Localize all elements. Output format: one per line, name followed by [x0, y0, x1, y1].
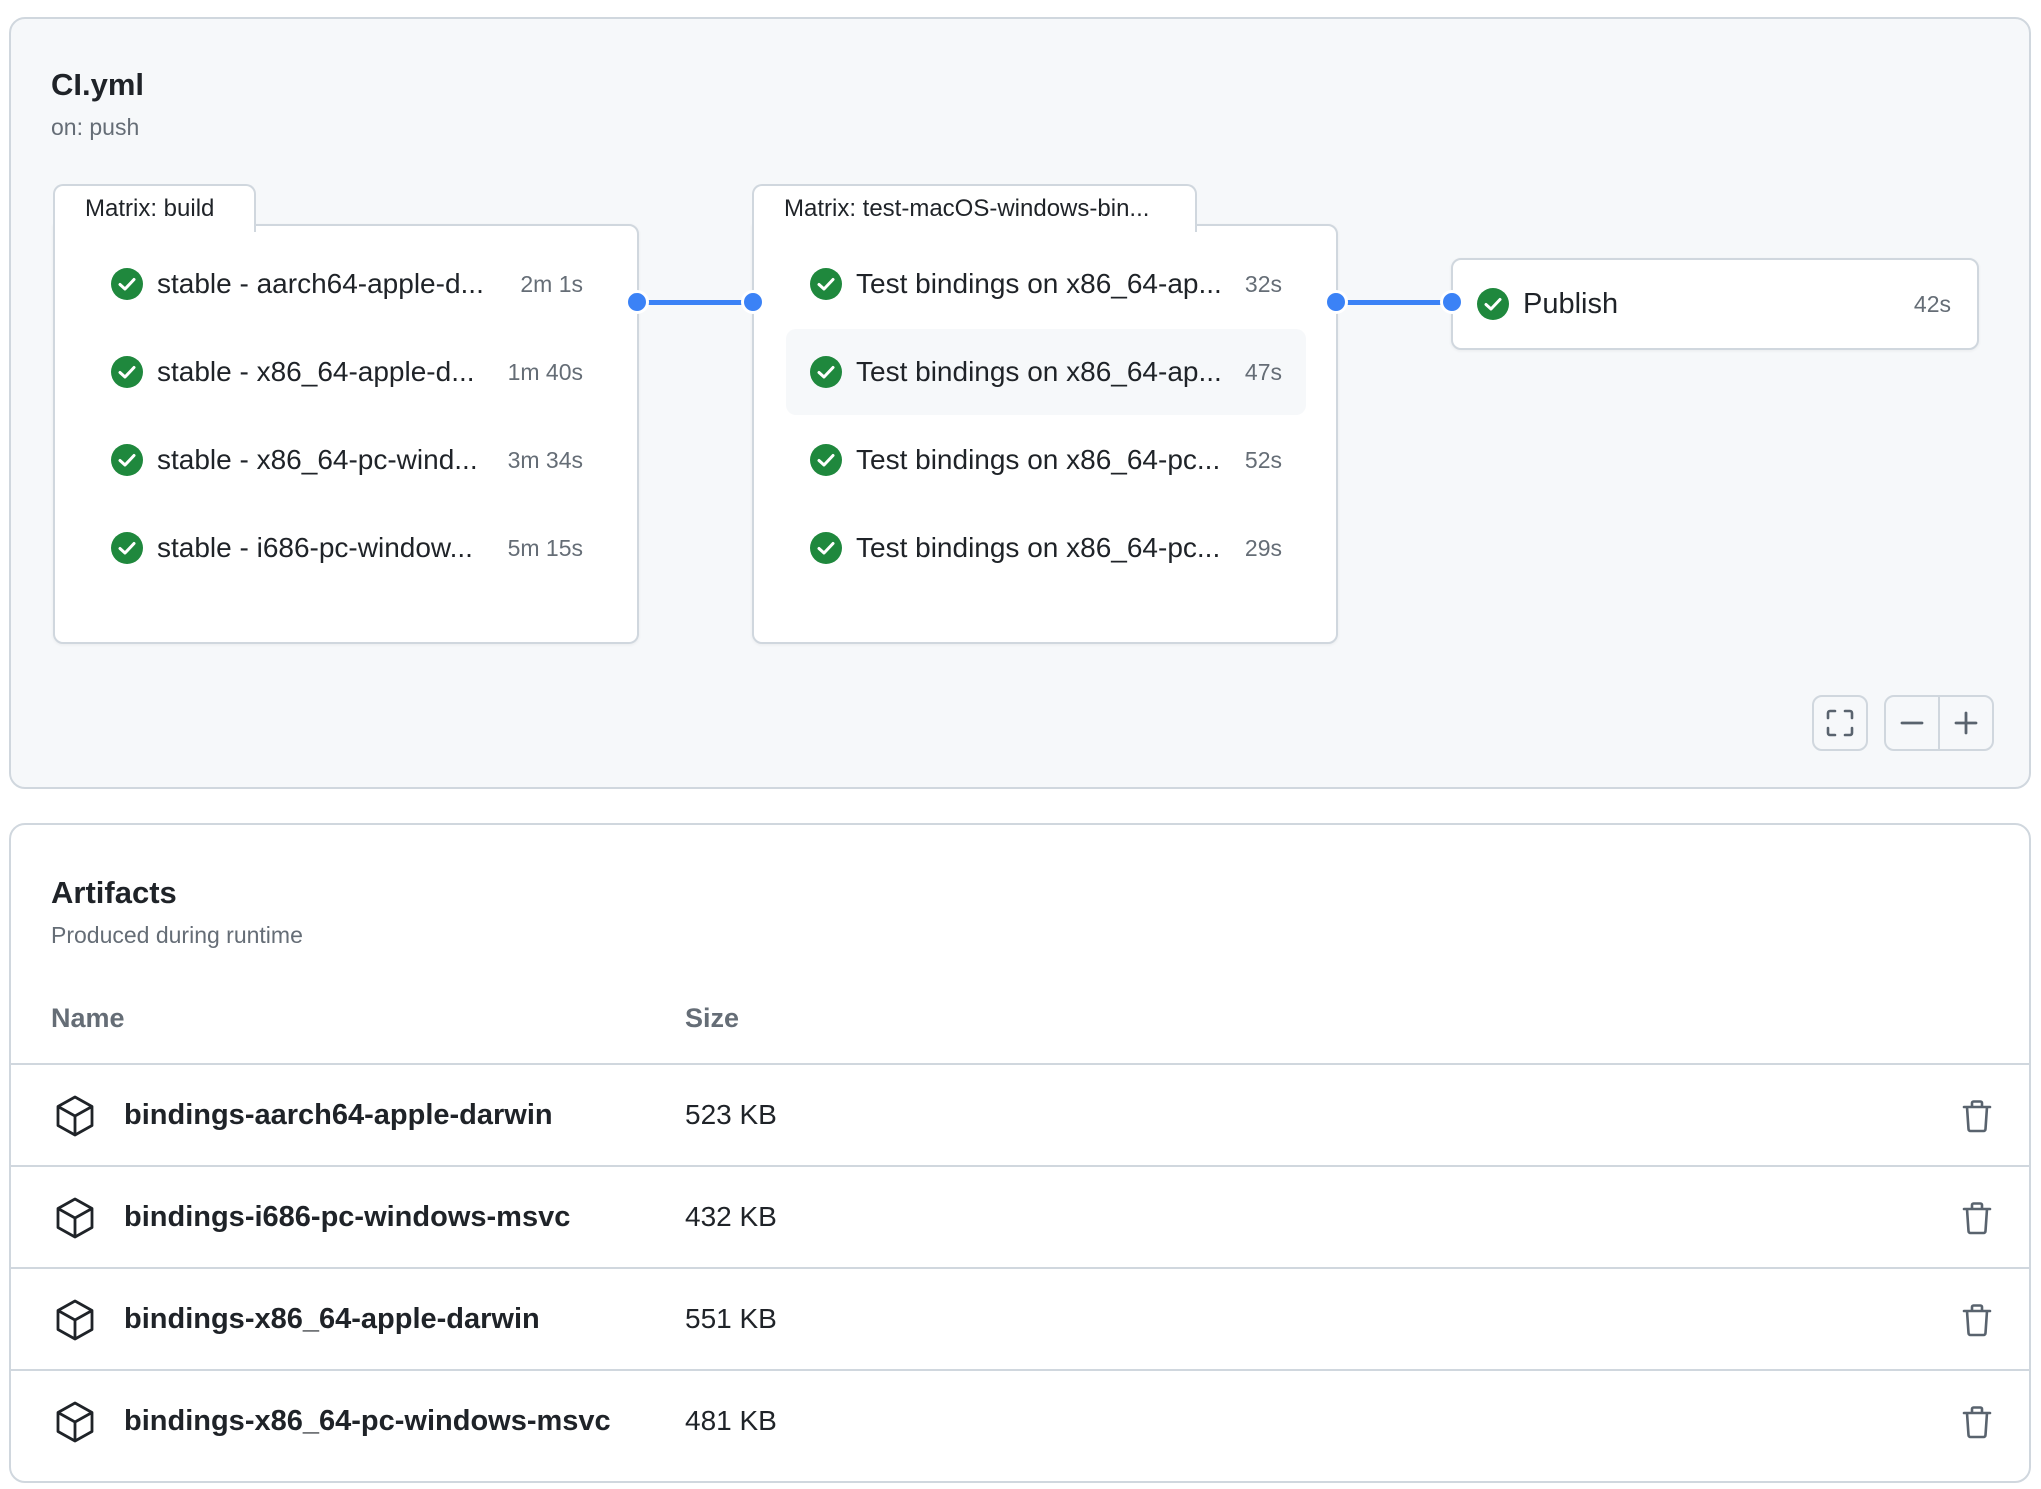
package-icon: [56, 1401, 94, 1443]
connector-dot: [741, 290, 765, 314]
workflow-graph-panel: CI.yml on: push Matrix: build stable - a…: [9, 17, 2031, 789]
success-check-icon: [111, 268, 143, 300]
trash-icon[interactable]: [1959, 1200, 1995, 1236]
job-name: Publish: [1523, 287, 1619, 320]
zoom-out-button[interactable]: [1884, 695, 1940, 751]
connector-dot: [625, 290, 649, 314]
artifacts-title: Artifacts: [51, 875, 177, 910]
artifact-size: 523 KB: [685, 1099, 777, 1130]
package-icon: [56, 1197, 94, 1239]
zoom-out-icon: [1900, 721, 1924, 725]
job-duration: 3m 34s: [507, 446, 583, 473]
success-check-icon: [810, 532, 842, 564]
job-duration: 29s: [1244, 534, 1282, 561]
job-test-2[interactable]: Test bindings on x86_64-ap... 47s: [786, 329, 1306, 415]
job-duration: 2m 1s: [520, 270, 583, 297]
artifact-row: bindings-aarch64-apple-darwin 523 KB: [11, 1063, 2029, 1165]
trash-icon[interactable]: [1959, 1404, 1995, 1440]
success-check-icon: [810, 356, 842, 388]
job-name: stable - aarch64-apple-d...: [157, 268, 484, 299]
artifact-size: 432 KB: [685, 1201, 777, 1232]
fullscreen-icon: [1826, 709, 1854, 737]
success-check-icon: [810, 444, 842, 476]
job-name: Test bindings on x86_64-ap...: [856, 268, 1222, 299]
column-header-name: Name: [51, 1003, 125, 1033]
job-name: stable - x86_64-apple-d...: [157, 356, 475, 387]
job-test-3[interactable]: Test bindings on x86_64-pc... 52s: [786, 417, 1306, 503]
trash-icon[interactable]: [1959, 1302, 1995, 1338]
job-duration: 1m 40s: [507, 358, 583, 385]
zoom-in-icon: [1954, 711, 1978, 735]
artifact-name-link[interactable]: bindings-x86_64-apple-darwin: [124, 1269, 540, 1369]
zoom-in-button[interactable]: [1938, 695, 1994, 751]
workflow-trigger: on: push: [51, 114, 140, 140]
job-build-2[interactable]: stable - x86_64-apple-d... 1m 40s: [87, 329, 607, 415]
job-duration: 42s: [1913, 290, 1951, 317]
job-name: Test bindings on x86_64-pc...: [856, 444, 1221, 475]
workflow-title[interactable]: CI.yml: [51, 67, 144, 103]
artifact-name-link[interactable]: bindings-aarch64-apple-darwin: [124, 1065, 553, 1165]
artifacts-panel: Artifacts Produced during runtime Name S…: [9, 823, 2031, 1483]
job-test-1[interactable]: Test bindings on x86_64-ap... 32s: [786, 241, 1306, 327]
column-header-size: Size: [685, 1003, 740, 1033]
artifact-name-link[interactable]: bindings-i686-pc-windows-msvc: [124, 1167, 570, 1267]
artifacts-subtitle: Produced during runtime: [51, 922, 303, 948]
success-check-icon: [111, 532, 143, 564]
job-duration: 47s: [1244, 358, 1282, 385]
trash-icon[interactable]: [1959, 1098, 1995, 1134]
connector-dot: [1440, 290, 1464, 314]
job-build-1[interactable]: stable - aarch64-apple-d... 2m 1s: [87, 241, 607, 327]
job-name: stable - x86_64-pc-wind...: [157, 444, 478, 475]
artifact-row: bindings-x86_64-pc-windows-msvc 481 KB: [11, 1369, 2029, 1471]
job-build-3[interactable]: stable - x86_64-pc-wind... 3m 34s: [87, 417, 607, 503]
package-icon: [56, 1095, 94, 1137]
job-test-4[interactable]: Test bindings on x86_64-pc... 29s: [786, 505, 1306, 591]
job-name: stable - i686-pc-window...: [157, 532, 473, 563]
artifact-size: 481 KB: [685, 1405, 777, 1436]
artifact-row: bindings-i686-pc-windows-msvc 432 KB: [11, 1165, 2029, 1267]
matrix-build-body: stable - aarch64-apple-d... 2m 1s stable…: [53, 224, 639, 644]
matrix-test-body: Test bindings on x86_64-ap... 32s Test b…: [752, 224, 1338, 644]
job-duration: 52s: [1244, 446, 1282, 473]
success-check-icon: [111, 444, 143, 476]
success-check-icon: [111, 356, 143, 388]
job-duration: 5m 15s: [507, 534, 583, 561]
connector-dot: [1324, 290, 1348, 314]
job-build-4[interactable]: stable - i686-pc-window... 5m 15s: [87, 505, 607, 591]
success-check-icon: [1477, 288, 1509, 320]
artifact-row: bindings-x86_64-apple-darwin 551 KB: [11, 1267, 2029, 1369]
fullscreen-button[interactable]: [1812, 695, 1868, 751]
job-duration: 32s: [1244, 270, 1282, 297]
job-name: Test bindings on x86_64-ap...: [856, 356, 1222, 387]
artifact-name-link[interactable]: bindings-x86_64-pc-windows-msvc: [124, 1371, 611, 1471]
job-publish[interactable]: Publish 42s: [1451, 258, 1979, 350]
package-icon: [56, 1299, 94, 1341]
artifact-size: 551 KB: [685, 1303, 777, 1334]
success-check-icon: [810, 268, 842, 300]
job-name: Test bindings on x86_64-pc...: [856, 532, 1221, 563]
